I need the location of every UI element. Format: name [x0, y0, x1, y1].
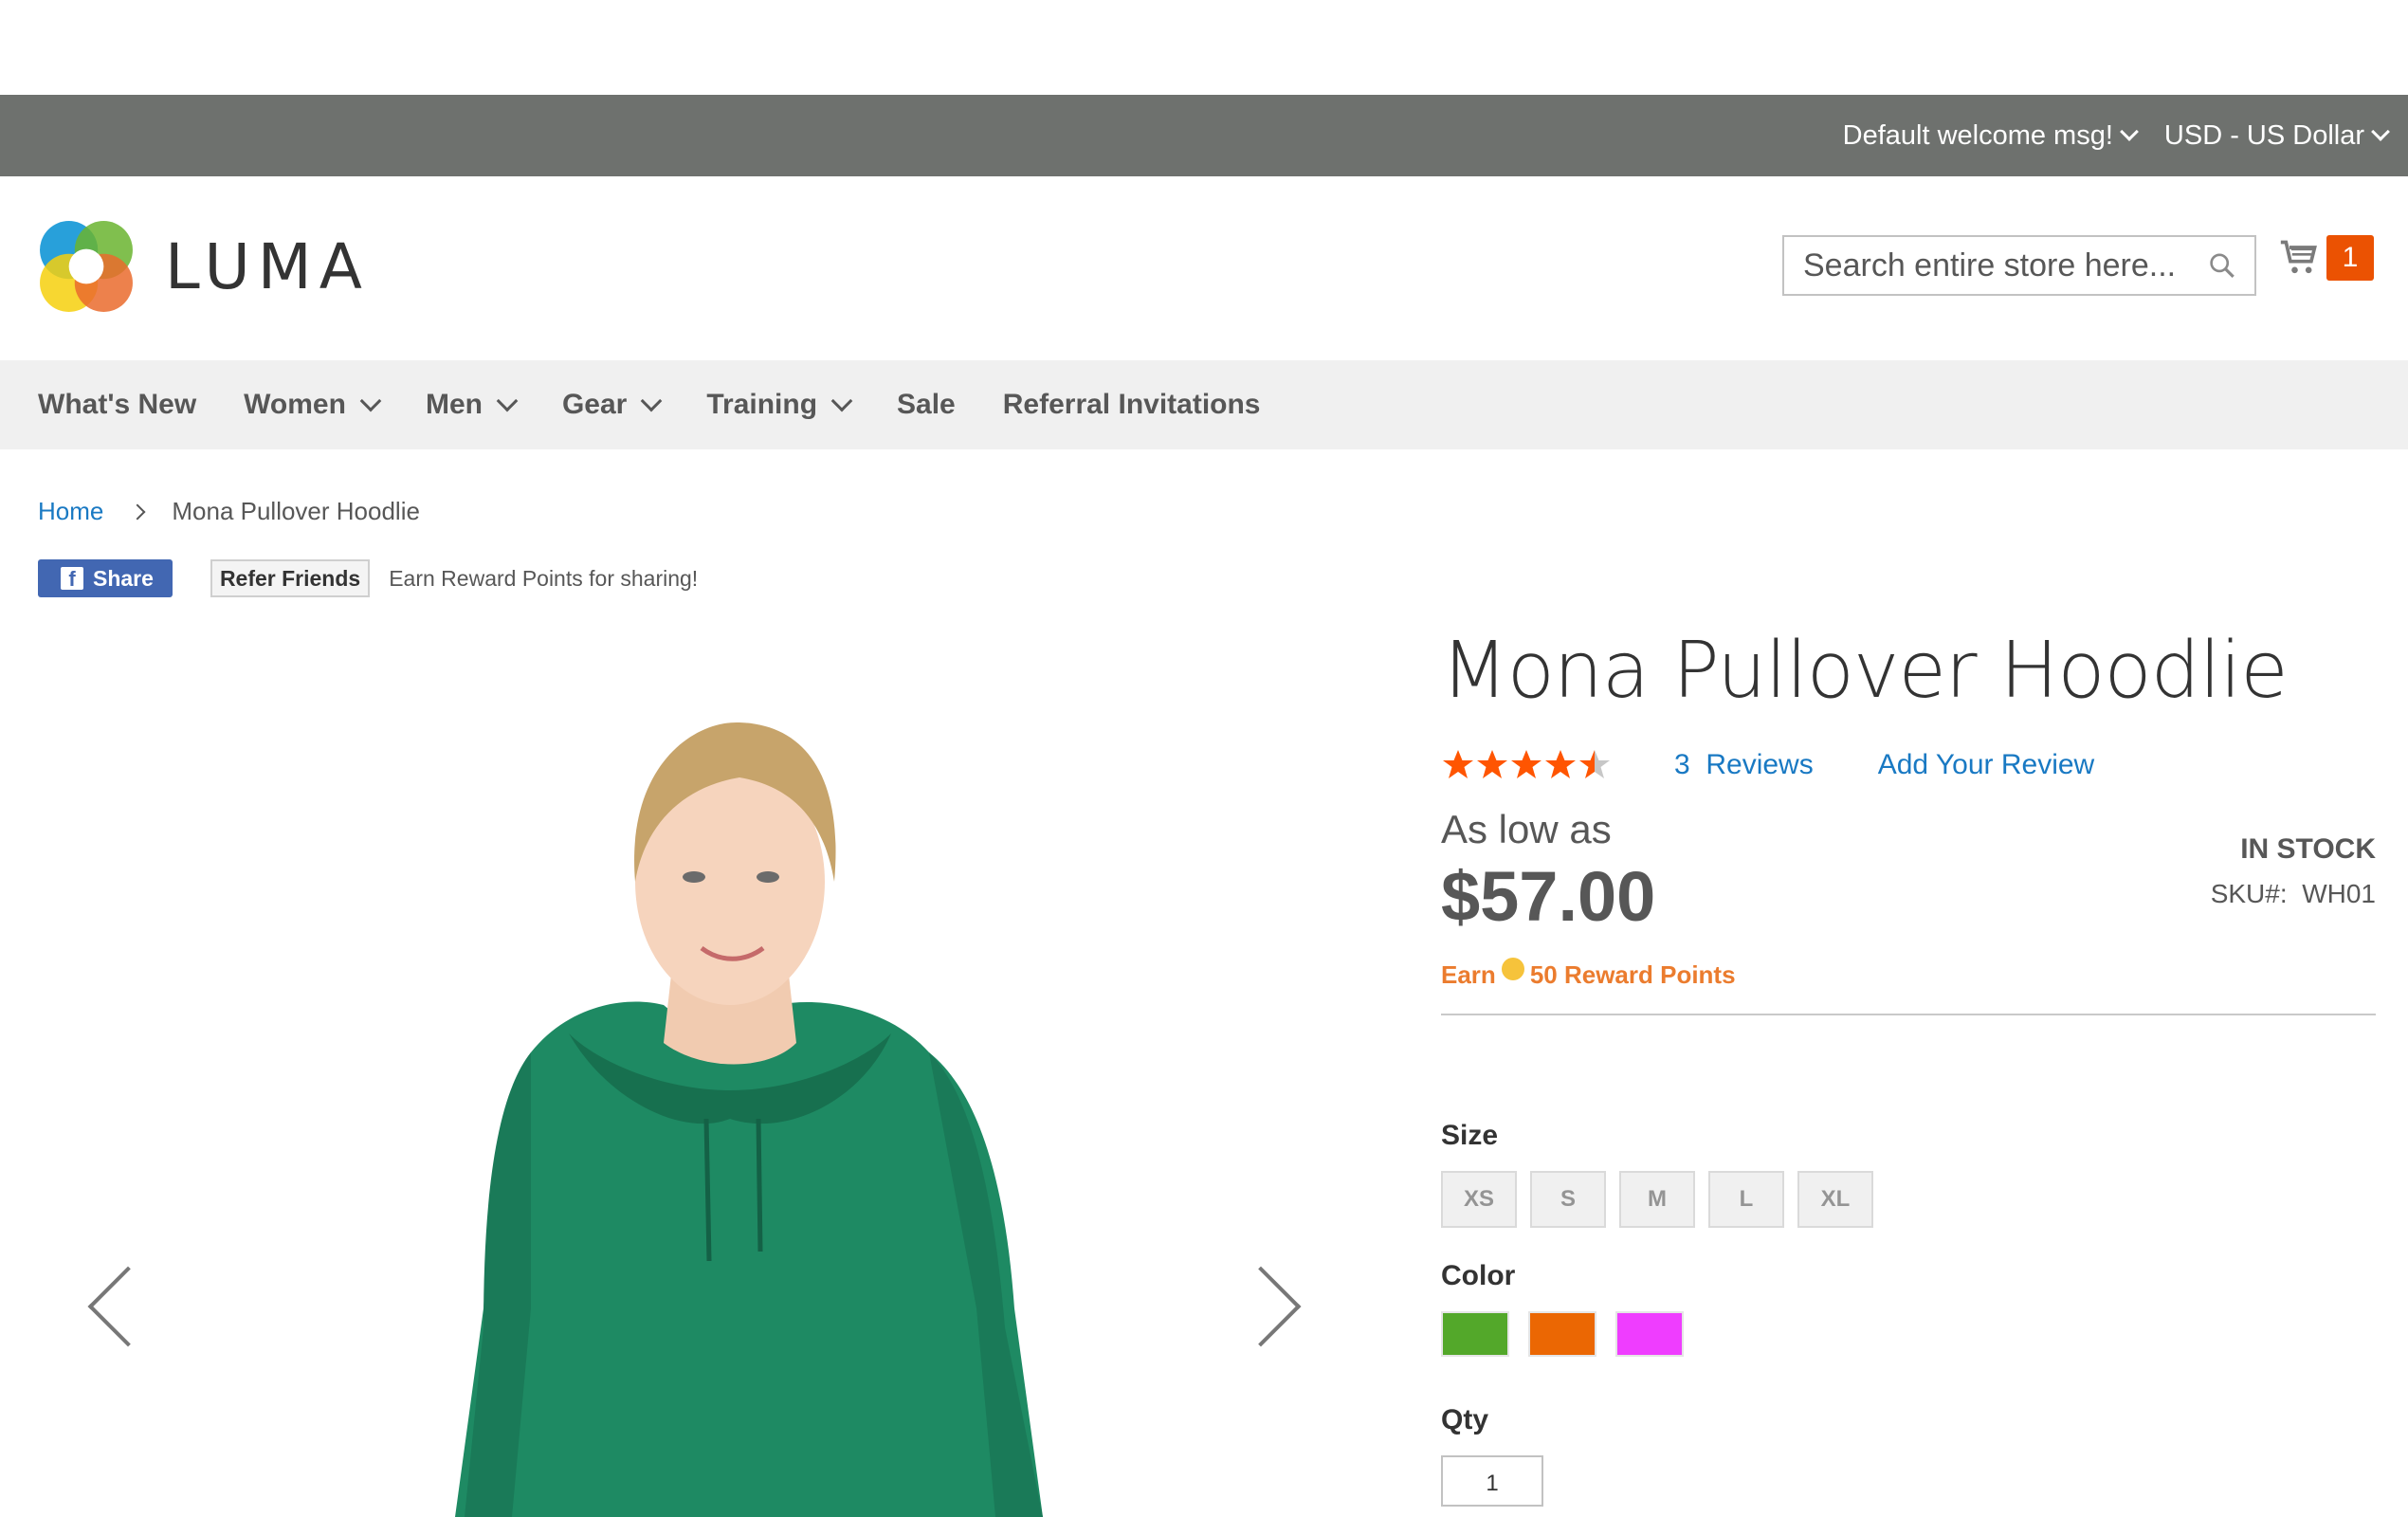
qty-attribute: Qty 1: [1441, 1404, 2376, 1507]
nav-item-whats-new[interactable]: What's New: [38, 389, 196, 421]
chevron-down-icon: [830, 390, 853, 412]
earn-label: Earn: [1441, 960, 1496, 989]
facebook-share-button[interactable]: f Share: [38, 559, 173, 597]
reviews-label: Reviews: [1706, 749, 1814, 780]
header: LUMA 1: [0, 176, 2408, 360]
refer-friends-button[interactable]: Refer Friends: [210, 559, 371, 597]
cart-icon[interactable]: [2279, 237, 2321, 279]
chevron-down-icon: [2120, 122, 2139, 141]
coin-icon: [1501, 957, 1524, 980]
refer-friends-label: Refer Friends: [219, 565, 361, 591]
share-row: f Share Refer Friends Earn Reward Points…: [38, 559, 698, 597]
sku-value: WH01: [2302, 879, 2376, 908]
nav-item-sale[interactable]: Sale: [897, 389, 956, 421]
stock-status: IN STOCK: [2240, 833, 2376, 865]
facebook-share-label: Share: [93, 565, 154, 591]
reward-points: Earn 50 Reward Points: [1441, 957, 1736, 990]
sku-label: SKU#:: [2210, 879, 2288, 908]
breadcrumb-home-link[interactable]: Home: [38, 497, 103, 526]
color-attribute: Color: [1441, 1260, 2376, 1357]
cart-count-badge: 1: [2326, 235, 2374, 281]
currency-text: USD - US Dollar: [2163, 119, 2364, 151]
top-bar: Default welcome msg! USD - US Dollar: [0, 95, 2408, 176]
breadcrumb: Home Mona Pullover Hoodlie: [38, 497, 420, 526]
size-options: XS S M L XL: [1441, 1171, 2376, 1228]
size-option-l[interactable]: L: [1708, 1171, 1784, 1228]
breadcrumb-current: Mona Pullover Hoodlie: [172, 497, 420, 525]
product-info: Mona Pullover Hoodlie 3 Reviews Add Your…: [1441, 626, 2376, 1507]
add-review-link[interactable]: Add Your Review: [1878, 749, 2095, 781]
minicart[interactable]: 1: [2279, 235, 2374, 281]
size-attribute: Size XS S M L XL: [1441, 1120, 2376, 1228]
size-label: Size: [1441, 1120, 1499, 1151]
price-block: As low as $57.00 Earn 50 Reward Points I…: [1441, 807, 2376, 1015]
main-nav: What's New Women Men Gear Training Sale …: [0, 360, 2408, 449]
reviews-link[interactable]: 3 Reviews: [1674, 749, 1814, 781]
currency-switcher[interactable]: USD - US Dollar: [2163, 119, 2390, 152]
color-options: [1441, 1311, 2376, 1357]
nav-item-label: Women: [244, 389, 346, 420]
qty-input[interactable]: 1: [1441, 1455, 1543, 1507]
facebook-icon: f: [61, 567, 83, 590]
search-box[interactable]: [1782, 235, 2256, 296]
chevron-down-icon: [641, 390, 663, 412]
nav-item-men[interactable]: Men: [425, 389, 519, 421]
qty-label: Qty: [1441, 1404, 1489, 1435]
logo[interactable]: LUMA: [38, 218, 370, 315]
chevron-down-icon: [2371, 122, 2390, 141]
reward-points-value: 50 Reward Points: [1529, 960, 1736, 989]
nav-item-label: Men: [425, 389, 483, 420]
rating-row: 3 Reviews Add Your Review: [1441, 748, 2376, 782]
nav-item-label: Sale: [897, 389, 956, 420]
nav-item-women[interactable]: Women: [244, 389, 382, 421]
nav-item-label: Referral Invitations: [1002, 389, 1261, 420]
welcome-text: Default welcome msg!: [1842, 119, 2113, 151]
nav-item-training[interactable]: Training: [706, 389, 853, 421]
product-title: Mona Pullover Hoodlie: [1441, 626, 2289, 716]
nav-item-label: Gear: [561, 389, 628, 420]
nav-item-label: Training: [706, 389, 818, 420]
nav-item-gear[interactable]: Gear: [561, 389, 663, 421]
nav-item-referral-invitations[interactable]: Referral Invitations: [1003, 389, 1261, 421]
product-gallery[interactable]: [38, 645, 1365, 1517]
size-option-s[interactable]: S: [1530, 1171, 1606, 1228]
chevron-right-icon: [129, 503, 146, 520]
as-low-as-label: As low as: [1441, 807, 1612, 851]
search-input[interactable]: [1801, 246, 2208, 285]
logo-text: LUMA: [165, 229, 370, 303]
chevron-down-icon: [359, 390, 382, 412]
size-option-xl[interactable]: XL: [1797, 1171, 1873, 1228]
nav-item-label: What's New: [38, 389, 197, 420]
luma-logo-icon: [40, 221, 133, 312]
color-swatch-green[interactable]: [1441, 1311, 1509, 1357]
welcome-menu[interactable]: Default welcome msg!: [1842, 119, 2139, 152]
sku: SKU#: WH01: [2211, 879, 2376, 909]
color-swatch-purple[interactable]: [1615, 1311, 1684, 1357]
star-rating-icon: [1443, 750, 1610, 778]
rating-stars: [1441, 748, 1614, 782]
search-icon[interactable]: [2207, 249, 2237, 282]
color-label: Color: [1441, 1260, 1516, 1291]
size-option-m[interactable]: M: [1619, 1171, 1695, 1228]
product-image: [455, 722, 1043, 1517]
size-option-xs[interactable]: XS: [1441, 1171, 1517, 1228]
earn-sharing-text: Earn Reward Points for sharing!: [389, 565, 699, 591]
color-swatch-orange[interactable]: [1528, 1311, 1596, 1357]
chevron-down-icon: [496, 390, 519, 412]
reviews-count: 3: [1674, 749, 1690, 780]
